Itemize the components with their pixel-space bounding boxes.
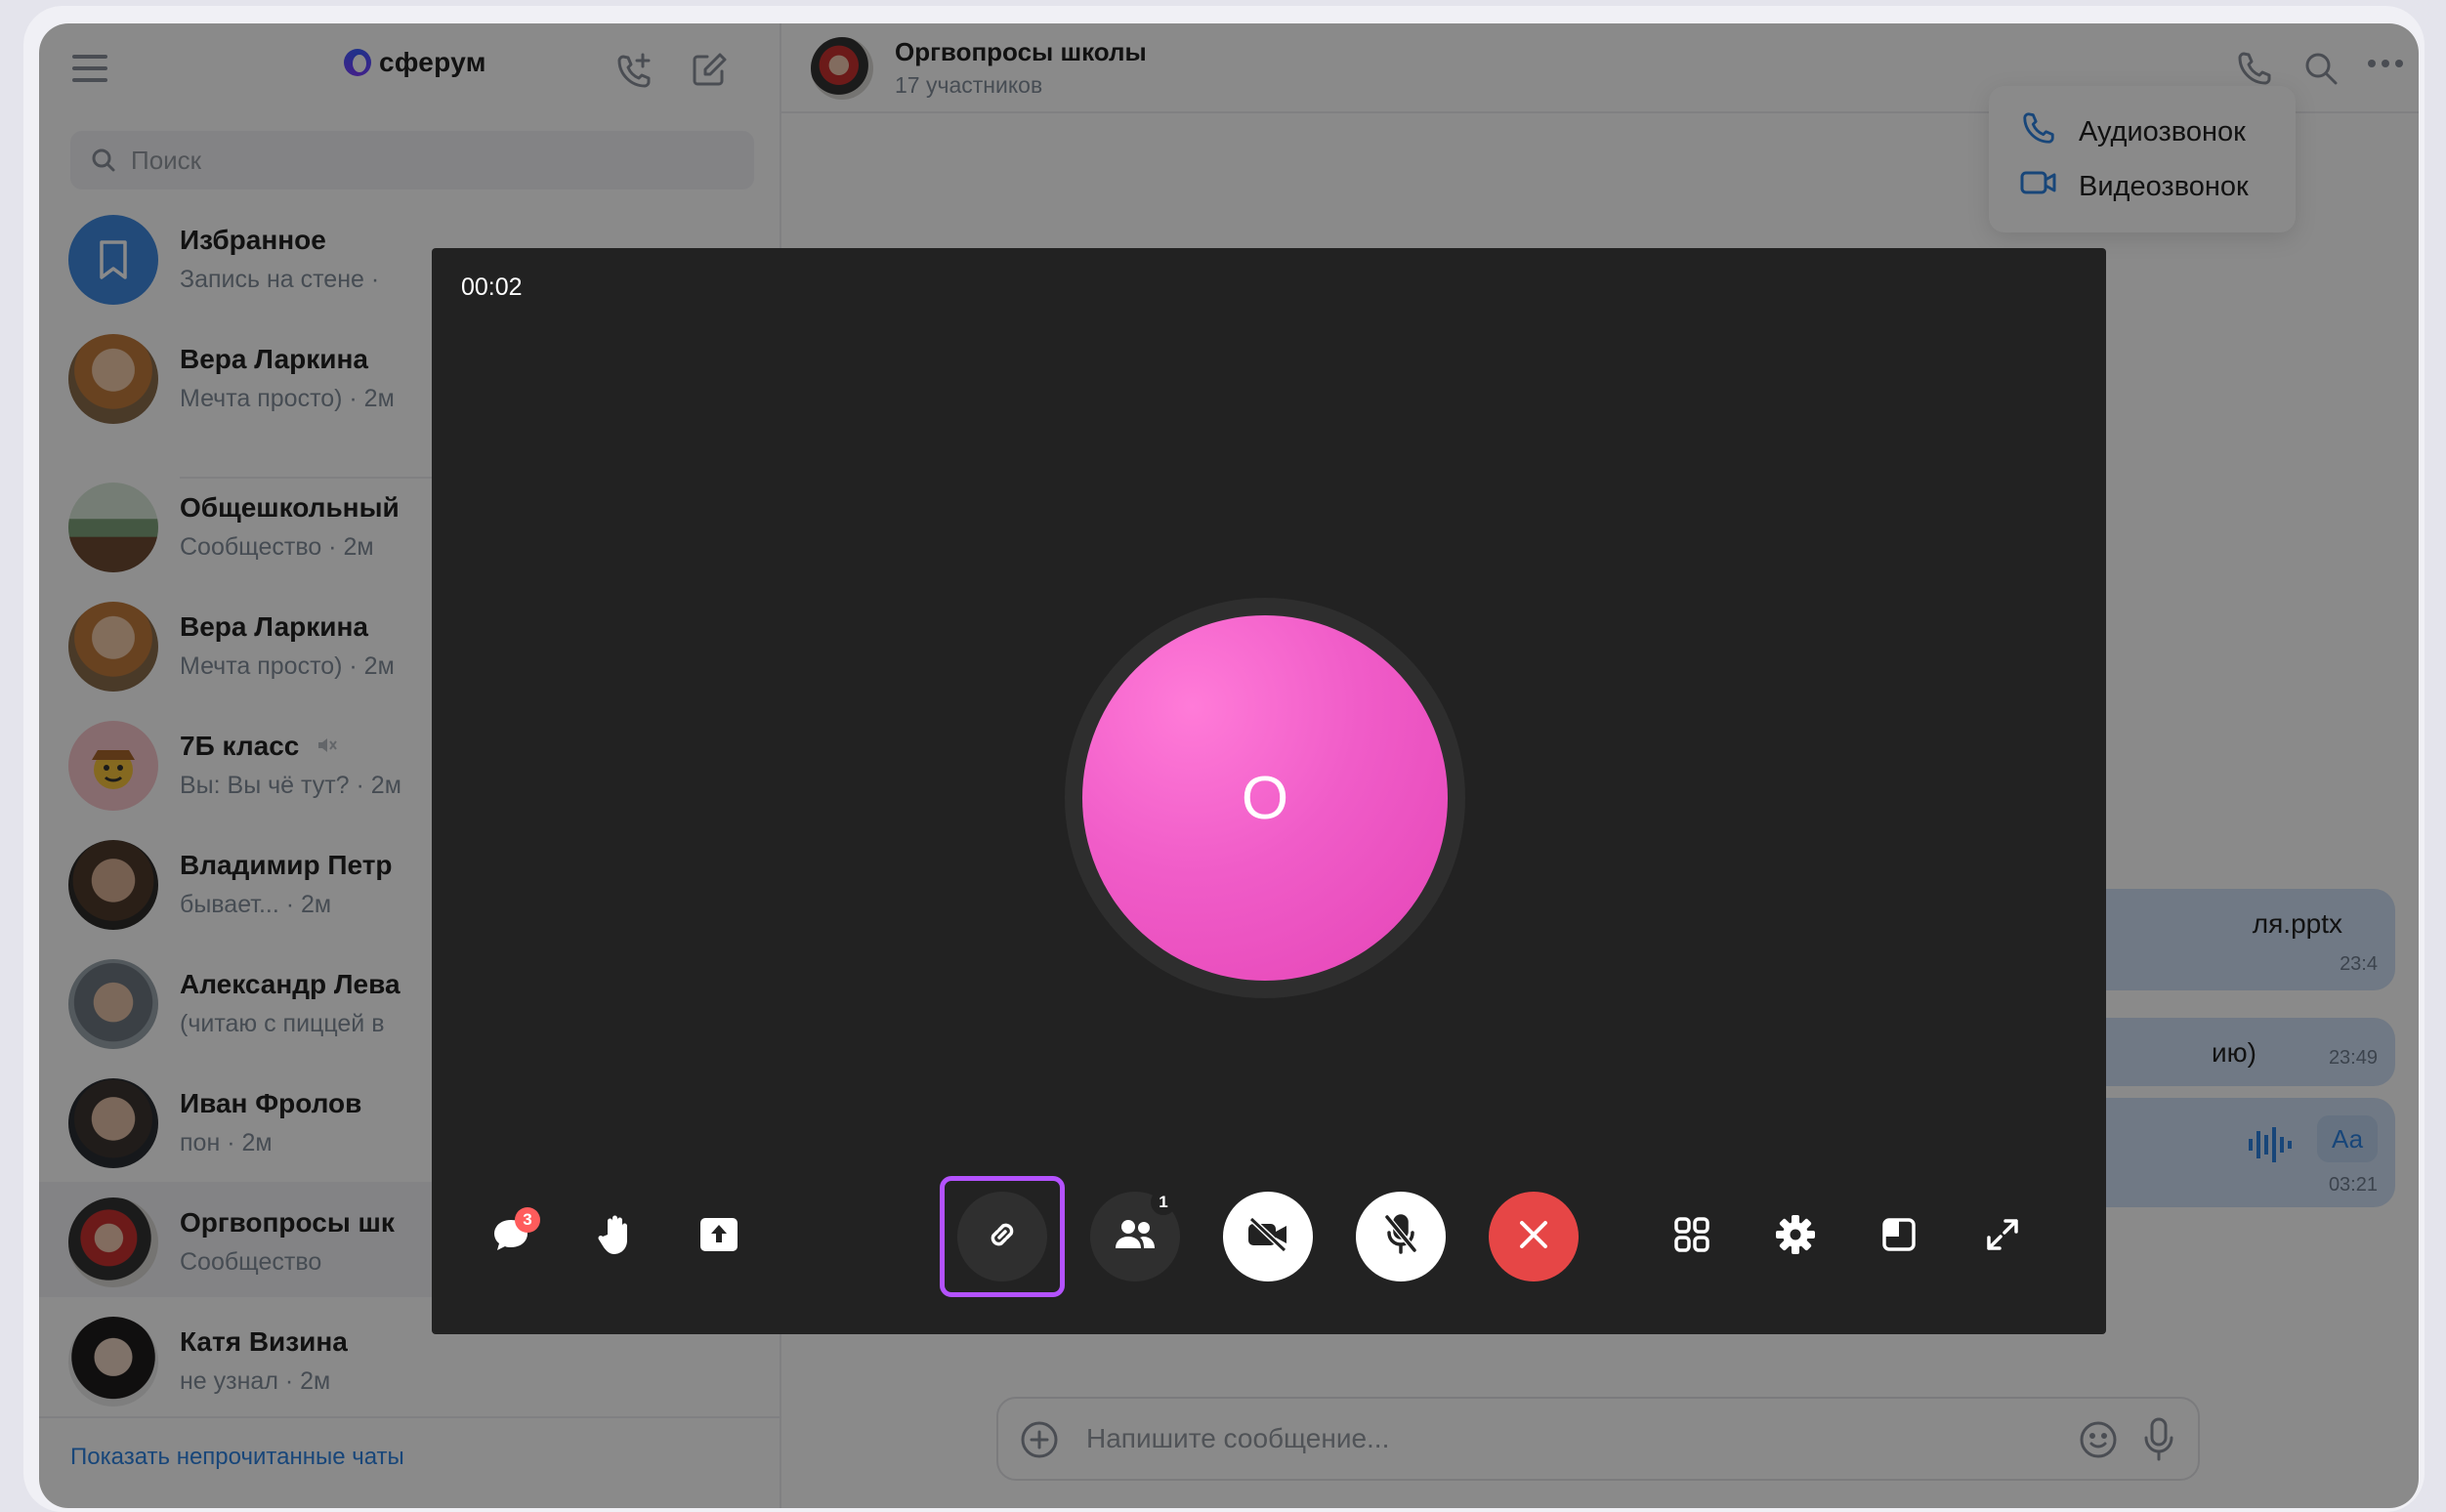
mic-off-icon: [1381, 1213, 1420, 1261]
gear-icon: [1775, 1214, 1816, 1260]
settings-button[interactable]: [1760, 1201, 1831, 1272]
unread-badge: 3: [515, 1207, 540, 1233]
camera-off-icon: [1245, 1215, 1290, 1259]
raise-hand-button[interactable]: [580, 1201, 651, 1272]
participants-button[interactable]: 1: [1090, 1190, 1180, 1281]
mic-toggle-button[interactable]: [1356, 1192, 1446, 1281]
layout-grid-button[interactable]: [1657, 1201, 1727, 1272]
fullscreen-icon: [1985, 1217, 2020, 1257]
avatar-letter: О: [1241, 764, 1289, 832]
share-screen-button[interactable]: [684, 1201, 754, 1272]
share-screen-icon: [699, 1217, 738, 1257]
participants-badge: 1: [1151, 1190, 1176, 1215]
fullscreen-button[interactable]: [1967, 1201, 2038, 1272]
pip-button[interactable]: [1864, 1201, 1934, 1272]
participants-icon: [1114, 1217, 1157, 1257]
app-window: сферум Поиск Избранное Запись на стене ·…: [39, 23, 2419, 1508]
caller-avatar: О: [1082, 615, 1448, 981]
close-icon: [1517, 1218, 1550, 1256]
call-window: 00:02 О 3 1: [432, 248, 2106, 1334]
link-icon: [984, 1216, 1021, 1258]
pip-icon: [1881, 1217, 1917, 1257]
copy-link-button[interactable]: [957, 1192, 1047, 1281]
camera-toggle-button[interactable]: [1223, 1192, 1313, 1281]
raise-hand-icon: [596, 1213, 635, 1261]
grid-icon: [1673, 1216, 1710, 1258]
call-timer: 00:02: [461, 273, 523, 301]
end-call-button[interactable]: [1489, 1192, 1579, 1281]
chat-button[interactable]: 3: [476, 1201, 546, 1272]
